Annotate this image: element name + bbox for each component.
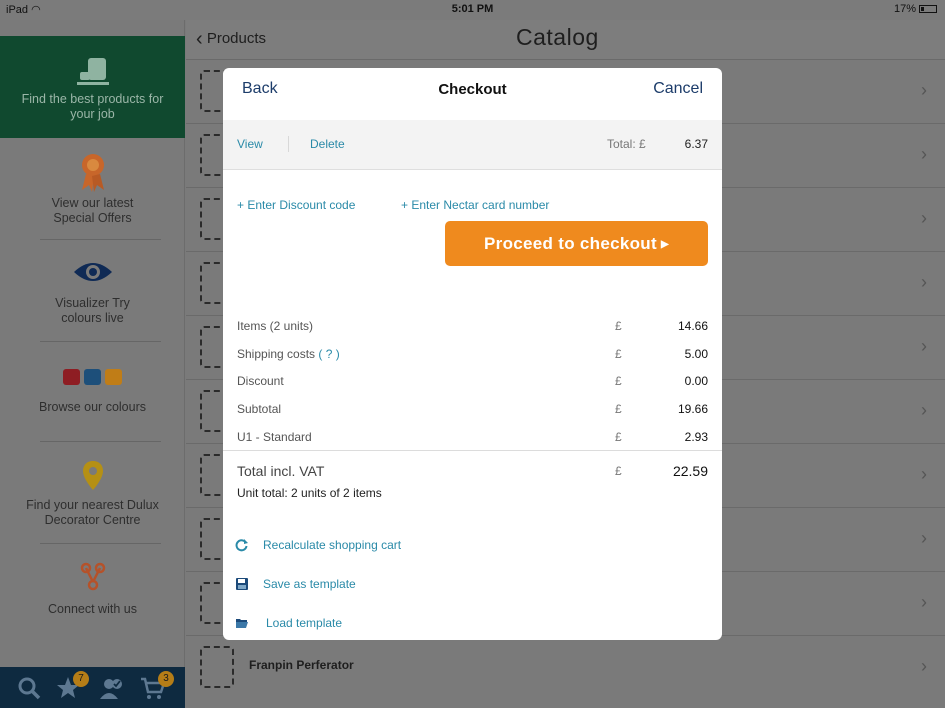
grand-total-row: Total incl. VAT £ 22.59 bbox=[237, 463, 708, 483]
summary-label: Shipping costs bbox=[237, 347, 316, 361]
sidebar-item-label: View our latest Special Offers bbox=[51, 196, 134, 225]
sidebar-item-store-finder[interactable]: Find your nearest Dulux Decorator Centre bbox=[0, 442, 185, 544]
summary-row-discount: Discount £ 0.00 bbox=[237, 374, 708, 392]
currency-symbol: £ bbox=[615, 430, 622, 444]
unit-total-text: Unit total: 2 units of 2 items bbox=[237, 486, 382, 500]
currency-symbol: £ bbox=[615, 319, 622, 333]
summary-value: 2.93 bbox=[684, 430, 708, 444]
summary-label-shipping: Shipping costs ( ? ) bbox=[237, 347, 340, 361]
list-item[interactable]: Franpin Perferator › bbox=[186, 636, 945, 708]
sidebar-item-label: Browse our colours bbox=[39, 400, 146, 414]
battery-status: 17% bbox=[894, 3, 937, 15]
share-network-icon bbox=[80, 562, 105, 591]
chevron-right-icon: › bbox=[921, 336, 927, 356]
summary-value: 5.00 bbox=[684, 347, 708, 361]
cart-total-label: Total: £ bbox=[607, 137, 646, 151]
chevron-right-icon: › bbox=[921, 208, 927, 228]
battery-percent: 17% bbox=[893, 3, 916, 15]
location-pin-icon bbox=[82, 461, 103, 490]
sidebar-item-products[interactable]: Find the best products for your job bbox=[0, 36, 185, 138]
nectar-card-link[interactable]: + Enter Nectar card number bbox=[401, 198, 549, 212]
toolbar-divider bbox=[288, 136, 289, 152]
user-check-icon[interactable] bbox=[98, 675, 124, 701]
cart-toolbar: View Delete Total: £ 6.37 bbox=[223, 120, 722, 170]
status-time: 5:01 PM bbox=[451, 3, 494, 15]
currency-symbol: £ bbox=[615, 374, 622, 388]
product-title: Franpin Perferator bbox=[249, 658, 354, 672]
modal-cancel-button[interactable]: Cancel bbox=[653, 80, 703, 98]
sidebar: Find the best products for your job View… bbox=[0, 20, 185, 708]
sidebar-item-offers[interactable]: View our latest Special Offers bbox=[0, 138, 185, 240]
sidebar-item-label: Visualizer Try colours live bbox=[55, 296, 130, 325]
currency-symbol: £ bbox=[615, 464, 622, 478]
summary-value: 19.66 bbox=[677, 402, 708, 416]
product-thumbnail bbox=[200, 646, 234, 688]
eye-icon bbox=[73, 263, 112, 281]
chevron-right-icon: › bbox=[921, 528, 927, 548]
play-arrow-icon: ▶ bbox=[660, 239, 669, 251]
chevron-right-icon: › bbox=[921, 80, 927, 100]
chevron-left-icon: ‹ bbox=[196, 28, 203, 50]
summary-label: U1 - Standard bbox=[237, 430, 312, 444]
view-button[interactable]: View bbox=[237, 137, 263, 151]
checkout-modal: Back Checkout Cancel View Delete Total: … bbox=[223, 68, 722, 640]
chevron-right-icon: › bbox=[921, 464, 927, 484]
summary-row-subtotal: Subtotal £ 19.66 bbox=[237, 402, 708, 420]
load-template-button[interactable]: Load template bbox=[235, 614, 395, 634]
divider bbox=[223, 450, 722, 451]
favorites-badge: 7 bbox=[73, 671, 89, 687]
back-button[interactable]: ‹ Products bbox=[196, 28, 266, 51]
discount-code-link[interactable]: + Enter Discount code bbox=[237, 198, 355, 212]
summary-row-shipping: Shipping costs ( ? ) £ 5.00 bbox=[237, 347, 708, 365]
sidebar-item-label: Connect with us bbox=[48, 602, 137, 616]
save-template-button[interactable]: Save as template bbox=[235, 575, 395, 595]
action-label: Load template bbox=[266, 616, 343, 630]
summary-row-items: Items (2 units) £ 14.66 bbox=[237, 319, 708, 337]
recalculate-cart-button[interactable]: Recalculate shopping cart bbox=[235, 536, 435, 556]
sidebar-item-colours[interactable]: Browse our colours bbox=[0, 342, 185, 442]
chevron-right-icon: › bbox=[921, 400, 927, 420]
currency-symbol: £ bbox=[615, 347, 622, 361]
summary-label: Subtotal bbox=[237, 402, 282, 416]
proceed-to-checkout-button[interactable]: Proceed to checkout ▶ bbox=[445, 221, 708, 266]
status-bar: iPad ◠ 5:01 PM 17% bbox=[0, 0, 945, 20]
chevron-right-icon: › bbox=[921, 592, 927, 612]
back-label: Products bbox=[206, 30, 267, 47]
grand-total-value: 22.59 bbox=[672, 463, 708, 479]
summary-label: Items (2 units) bbox=[237, 319, 314, 333]
sidebar-item-label: Find the best products for your job bbox=[21, 92, 164, 121]
summary-row-vat: U1 - Standard £ 2.93 bbox=[237, 430, 708, 448]
shipping-help-link[interactable]: ( ? ) bbox=[318, 347, 339, 361]
bottom-tab-bar: 7 3 bbox=[0, 667, 185, 708]
summary-value: 0.00 bbox=[684, 374, 708, 388]
page-title: Catalog bbox=[516, 24, 599, 50]
currency-symbol: £ bbox=[615, 402, 622, 416]
paint-can-icon bbox=[76, 58, 109, 85]
chevron-right-icon: › bbox=[921, 656, 927, 676]
cart-badge: 3 bbox=[158, 671, 174, 687]
modal-title: Checkout bbox=[438, 81, 507, 98]
refresh-icon bbox=[235, 539, 248, 552]
sidebar-item-connect[interactable]: Connect with us bbox=[0, 544, 185, 644]
summary-value: 14.66 bbox=[677, 319, 708, 333]
battery-icon bbox=[919, 5, 937, 14]
catalog-navbar: ‹ Products Catalog bbox=[186, 20, 945, 60]
floppy-disk-icon bbox=[236, 578, 248, 590]
action-label: Recalculate shopping cart bbox=[263, 538, 402, 552]
sidebar-item-visualizer[interactable]: Visualizer Try colours live bbox=[0, 240, 185, 342]
search-icon[interactable] bbox=[16, 675, 42, 701]
folder-open-icon bbox=[236, 619, 248, 628]
summary-label: Discount bbox=[237, 374, 284, 388]
delete-button[interactable]: Delete bbox=[310, 137, 345, 151]
chevron-right-icon: › bbox=[921, 144, 927, 164]
modal-header: Back Checkout Cancel bbox=[223, 68, 722, 112]
chevron-right-icon: › bbox=[921, 272, 927, 292]
award-ribbon-icon bbox=[81, 154, 104, 192]
colour-swatches-icon bbox=[62, 369, 122, 385]
grand-total-label: Total incl. VAT bbox=[237, 463, 325, 479]
action-label: Save as template bbox=[263, 577, 356, 591]
cart-total-value: 6.37 bbox=[684, 137, 708, 151]
sidebar-item-label: Find your nearest Dulux Decorator Centre bbox=[26, 498, 159, 527]
checkout-button-label: Proceed to checkout bbox=[484, 234, 657, 253]
